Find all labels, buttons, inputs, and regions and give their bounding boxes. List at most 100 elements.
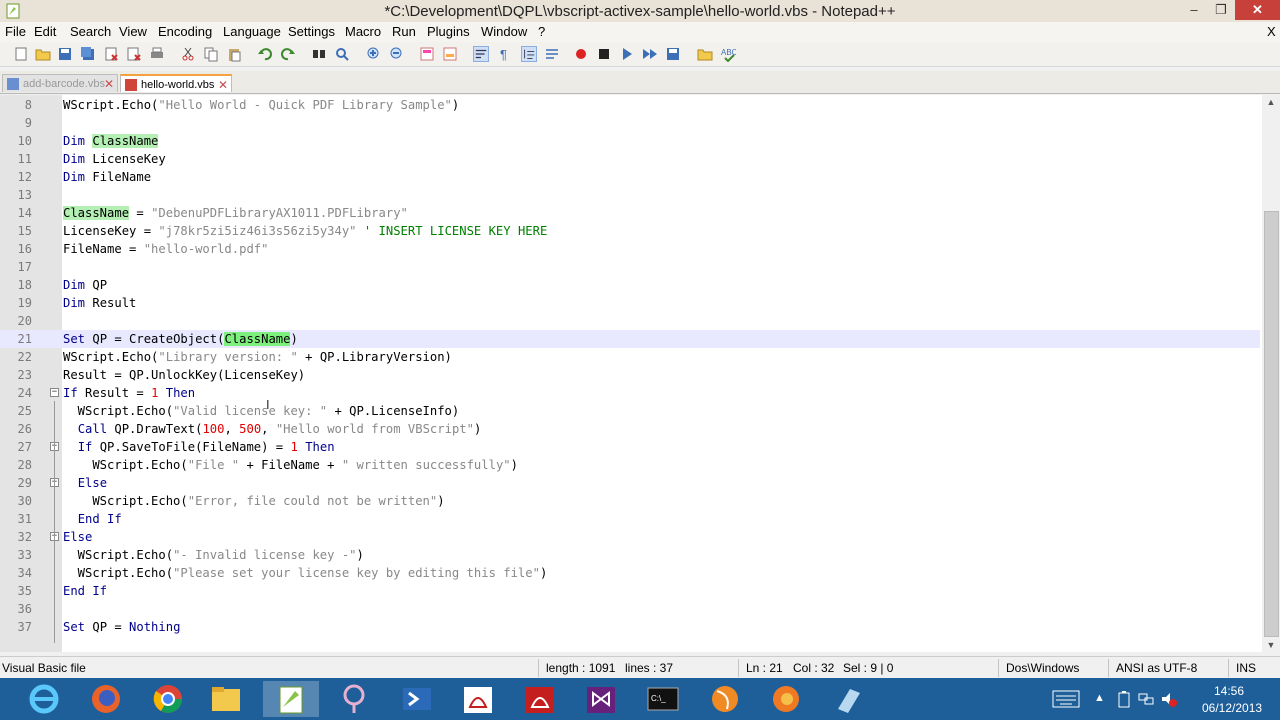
- word-wrap-icon[interactable]: [473, 46, 489, 62]
- menu-settings[interactable]: Settings: [288, 24, 335, 39]
- code-line[interactable]: 26 Call QP.DrawText(100, 500, "Hello wor…: [0, 420, 1260, 438]
- acrobat-icon[interactable]: [512, 681, 568, 717]
- sync-vertical-icon[interactable]: [419, 46, 435, 62]
- code-line[interactable]: 29− Else: [0, 474, 1260, 492]
- menu-search[interactable]: Search: [70, 24, 111, 39]
- new-file-icon[interactable]: [13, 46, 29, 62]
- vertical-scrollbar[interactable]: ▲ ▼: [1262, 95, 1280, 652]
- code-line[interactable]: 36: [0, 600, 1260, 618]
- volume-icon[interactable]: [1160, 690, 1178, 708]
- code-line[interactable]: 27− If QP.SaveToFile(FileName) = 1 Then: [0, 438, 1260, 456]
- close-file-icon[interactable]: [103, 46, 119, 62]
- code-line[interactable]: 16 FileName = "hello-world.pdf": [0, 240, 1260, 258]
- indent-guide-icon[interactable]: [521, 46, 537, 62]
- scroll-thumb[interactable]: [1264, 211, 1279, 637]
- battery-icon[interactable]: [1116, 690, 1132, 708]
- replace-icon[interactable]: [334, 46, 350, 62]
- tray-expand-icon[interactable]: ▲: [1094, 692, 1105, 704]
- internet-explorer-icon[interactable]: [16, 681, 72, 717]
- tab-close-icon[interactable]: ✕: [104, 75, 114, 93]
- close-document-button[interactable]: X: [1267, 24, 1276, 39]
- tab-hello-world[interactable]: hello-world.vbs ✕: [120, 74, 232, 92]
- code-line[interactable]: 35 End If: [0, 582, 1260, 600]
- powershell-icon[interactable]: [389, 681, 445, 717]
- save-icon[interactable]: [57, 46, 73, 62]
- show-all-chars-icon[interactable]: ¶: [496, 46, 512, 62]
- scroll-up-icon[interactable]: ▲: [1262, 97, 1280, 107]
- firefox-icon[interactable]: [78, 681, 134, 717]
- code-line[interactable]: 21 Set QP = CreateObject(ClassName): [0, 330, 1260, 348]
- menu-language[interactable]: Language: [223, 24, 281, 39]
- language-icon[interactable]: [544, 46, 560, 62]
- visual-studio-icon[interactable]: [573, 681, 629, 717]
- tool-app-icon[interactable]: [820, 681, 876, 717]
- fold-toggle-icon[interactable]: −: [50, 388, 59, 397]
- print-icon[interactable]: [149, 46, 165, 62]
- open-file-icon[interactable]: [35, 46, 51, 62]
- code-line[interactable]: 28 WScript.Echo("File " + FileName + " w…: [0, 456, 1260, 474]
- code-line[interactable]: 30 WScript.Echo("Error, file could not b…: [0, 492, 1260, 510]
- code-line[interactable]: 11 Dim LicenseKey: [0, 150, 1260, 168]
- folder-view-icon[interactable]: [697, 46, 713, 62]
- code-line[interactable]: 14 ClassName = "DebenuPDFLibraryAX1011.PD…: [0, 204, 1260, 222]
- code-line[interactable]: 18 Dim QP: [0, 276, 1260, 294]
- code-line[interactable]: 15 LicenseKey = "j78kr5zi5iz46i3s56zi5y34…: [0, 222, 1260, 240]
- menu-view[interactable]: View: [119, 24, 147, 39]
- notepadpp-taskbar-icon[interactable]: [263, 681, 319, 717]
- sync-horizontal-icon[interactable]: [442, 46, 458, 62]
- firefox-aurora-icon[interactable]: [697, 681, 753, 717]
- maximize-button[interactable]: ❐: [1207, 0, 1235, 20]
- tab-close-icon[interactable]: ✕: [218, 76, 228, 94]
- paste-icon[interactable]: [226, 46, 242, 62]
- code-line[interactable]: 19 Dim Result: [0, 294, 1260, 312]
- code-line[interactable]: 24 − If Result = 1 Then: [0, 384, 1260, 402]
- code-line[interactable]: 8 WScript.Echo("Hello World - Quick PDF L…: [0, 96, 1260, 114]
- code-line[interactable]: 12 Dim FileName: [0, 168, 1260, 186]
- menu-edit[interactable]: Edit: [34, 24, 56, 39]
- command-prompt-icon[interactable]: C:\_: [635, 681, 691, 717]
- code-line[interactable]: 32−Else: [0, 528, 1260, 546]
- play-macro-icon[interactable]: [619, 46, 635, 62]
- code-line[interactable]: 33 WScript.Echo("- Invalid license key -…: [0, 546, 1260, 564]
- code-editor[interactable]: 8 WScript.Echo("Hello World - Quick PDF L…: [0, 95, 1262, 652]
- menu-plugins[interactable]: Plugins: [427, 24, 470, 39]
- redo-icon[interactable]: [280, 46, 296, 62]
- undo-icon[interactable]: [257, 46, 273, 62]
- code-line[interactable]: 13: [0, 186, 1260, 204]
- code-line[interactable]: 10 Dim ClassName: [0, 132, 1260, 150]
- menu-window[interactable]: Window: [481, 24, 527, 39]
- code-line[interactable]: 31 End If: [0, 510, 1260, 528]
- scroll-down-icon[interactable]: ▼: [1262, 640, 1280, 650]
- save-macro-icon[interactable]: [665, 46, 681, 62]
- find-icon[interactable]: [311, 46, 327, 62]
- spell-check-icon[interactable]: ABC: [720, 46, 736, 62]
- code-line[interactable]: 20: [0, 312, 1260, 330]
- copy-icon[interactable]: [203, 46, 219, 62]
- code-line[interactable]: 17: [0, 258, 1260, 276]
- network-tool-icon[interactable]: [326, 681, 382, 717]
- code-line[interactable]: 37 Set QP = Nothing: [0, 618, 1260, 636]
- save-all-icon[interactable]: [80, 46, 96, 62]
- tab-add-barcode[interactable]: add-barcode.vbs ✕: [2, 74, 118, 92]
- code-line[interactable]: 9: [0, 114, 1260, 132]
- firefox-nightly-icon[interactable]: [758, 681, 814, 717]
- code-line[interactable]: 22 WScript.Echo("Library version: " + QP.…: [0, 348, 1260, 366]
- network-icon[interactable]: [1138, 690, 1154, 708]
- menu-run[interactable]: Run: [392, 24, 416, 39]
- run-macro-multiple-icon[interactable]: [642, 46, 658, 62]
- acrobat-reader-icon[interactable]: [450, 681, 506, 717]
- close-button[interactable]: ✕: [1235, 0, 1280, 20]
- stop-macro-icon[interactable]: [596, 46, 612, 62]
- chrome-icon[interactable]: [140, 681, 196, 717]
- code-line[interactable]: 25 WScript.Echo("Valid license key: " + …: [0, 402, 1260, 420]
- close-all-icon[interactable]: [126, 46, 142, 62]
- menu-help[interactable]: ?: [538, 24, 545, 39]
- clock-date[interactable]: 06/12/2013: [1202, 701, 1262, 715]
- code-line[interactable]: 34 WScript.Echo("Please set your license…: [0, 564, 1260, 582]
- code-line[interactable]: 23 Result = QP.UnlockKey(LicenseKey): [0, 366, 1260, 384]
- zoom-out-icon[interactable]: [389, 46, 405, 62]
- menu-file[interactable]: File: [5, 24, 26, 39]
- zoom-in-icon[interactable]: [366, 46, 382, 62]
- file-explorer-icon[interactable]: [198, 681, 254, 717]
- menu-macro[interactable]: Macro: [345, 24, 381, 39]
